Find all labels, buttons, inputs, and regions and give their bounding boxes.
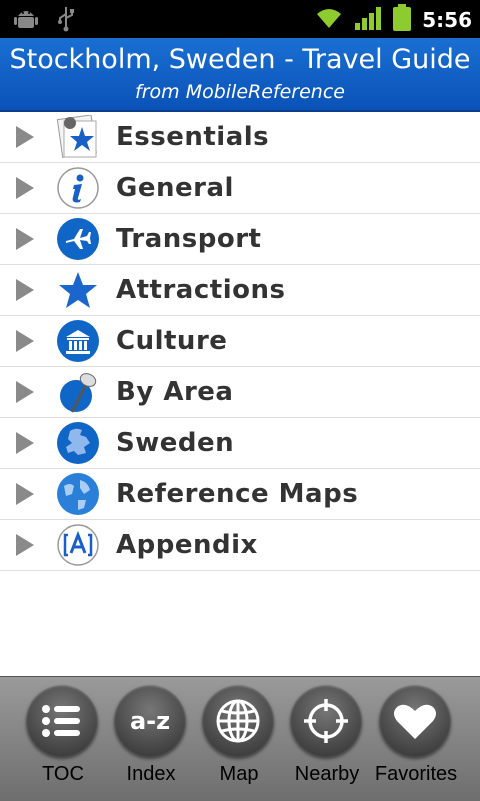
menu-item-attractions[interactable]: Attractions: [0, 265, 480, 316]
heart-icon: [379, 685, 451, 757]
menu-list: Essentials General Transport Attractions…: [0, 112, 480, 571]
europe-globe-icon: [56, 421, 100, 465]
app-header: Stockholm, Sweden - Travel Guide from Mo…: [0, 38, 480, 112]
essentials-star-icon: [56, 114, 100, 159]
menu-item-appendix[interactable]: Appendix: [0, 520, 480, 571]
page-subtitle: from MobileReference: [135, 81, 345, 103]
nearby-button[interactable]: Nearby: [282, 677, 372, 801]
index-button[interactable]: a-z Index: [106, 677, 196, 801]
favorites-button[interactable]: Favorites: [371, 677, 461, 801]
airplane-icon: [56, 217, 100, 261]
menu-item-culture[interactable]: Culture: [0, 316, 480, 367]
globe-icon: [56, 472, 100, 516]
menu-item-by-area[interactable]: By Area: [0, 367, 480, 418]
usb-icon: [56, 6, 76, 36]
star-icon: [56, 268, 100, 312]
menu-item-label: Essentials: [116, 122, 270, 152]
map-button[interactable]: Map: [194, 677, 284, 801]
wifi-icon: [314, 6, 344, 34]
info-icon: [56, 166, 100, 210]
expand-arrow-icon[interactable]: [16, 126, 34, 148]
menu-item-reference-maps[interactable]: Reference Maps: [0, 469, 480, 520]
menu-item-sweden[interactable]: Sweden: [0, 418, 480, 469]
museum-icon: [56, 319, 100, 363]
menu-item-label: Reference Maps: [116, 479, 359, 509]
android-debug-icon: [14, 6, 38, 36]
toc-label: TOC: [42, 763, 84, 785]
expand-arrow-icon[interactable]: [16, 534, 34, 556]
pushpin-icon: [56, 370, 100, 414]
menu-item-label: By Area: [116, 377, 234, 407]
menu-item-general[interactable]: General: [0, 163, 480, 214]
index-label: Index: [126, 763, 176, 785]
expand-arrow-icon[interactable]: [16, 432, 34, 454]
page-title: Stockholm, Sweden - Travel Guide: [9, 44, 471, 75]
expand-arrow-icon[interactable]: [16, 228, 34, 250]
bottom-toolbar: TOC a-z Index Map Nearby Favorites: [0, 676, 480, 801]
expand-arrow-icon[interactable]: [16, 483, 34, 505]
clock: 5:56: [422, 8, 472, 32]
nearby-label: Nearby: [294, 763, 360, 785]
status-bar: 5:56: [0, 0, 480, 38]
expand-arrow-icon[interactable]: [16, 279, 34, 301]
a-z-icon: a-z: [114, 685, 186, 757]
menu-item-label: Culture: [116, 326, 228, 356]
globe-grid-icon: [202, 685, 274, 757]
crosshair-icon: [290, 685, 362, 757]
signal-icon: [354, 5, 382, 35]
map-label: Map: [219, 763, 259, 785]
menu-item-label: General: [116, 173, 234, 203]
appendix-icon: [56, 523, 100, 567]
list-icon: [26, 685, 98, 757]
battery-icon: [392, 4, 412, 36]
favorites-label: Favorites: [374, 763, 458, 785]
a-z-text: a-z: [130, 707, 170, 735]
menu-item-label: Sweden: [116, 428, 235, 458]
menu-item-label: Transport: [116, 224, 262, 254]
menu-item-transport[interactable]: Transport: [0, 214, 480, 265]
expand-arrow-icon[interactable]: [16, 330, 34, 352]
toc-button[interactable]: TOC: [18, 677, 108, 801]
expand-arrow-icon[interactable]: [16, 177, 34, 199]
menu-item-essentials[interactable]: Essentials: [0, 112, 480, 163]
menu-item-label: Appendix: [116, 530, 258, 560]
menu-item-label: Attractions: [116, 275, 286, 305]
expand-arrow-icon[interactable]: [16, 381, 34, 403]
